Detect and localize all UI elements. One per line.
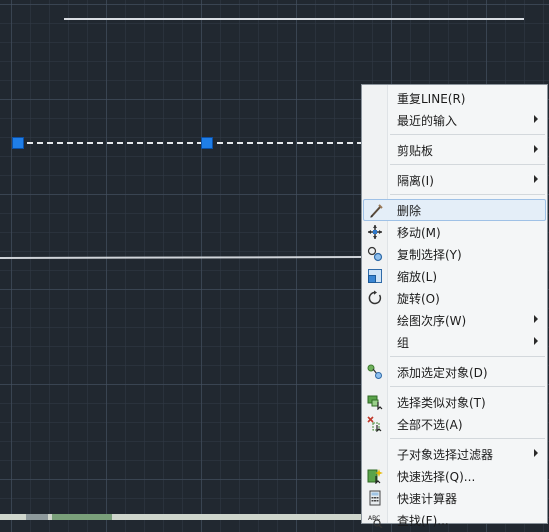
- menu-item-label: 缩放(L): [397, 270, 438, 284]
- menu-item-label: 查找(F)...: [397, 514, 449, 528]
- menu-item-move[interactable]: 移动(M): [363, 221, 546, 243]
- menu-separator: [390, 356, 545, 357]
- submenu-arrow-icon: [534, 337, 538, 345]
- menu-item-recent-input[interactable]: 最近的输入: [363, 109, 546, 131]
- menu-item-repeat-line[interactable]: 重复LINE(R): [363, 87, 546, 109]
- menu-separator: [390, 386, 545, 387]
- status-bar-segment: [52, 514, 112, 520]
- scale-icon: [367, 268, 383, 284]
- menu-item-label: 快速计算器: [397, 492, 458, 506]
- line-grip-midpoint[interactable]: [201, 137, 213, 149]
- menu-item-group[interactable]: 组: [363, 331, 546, 353]
- status-bar-segment: [26, 514, 48, 520]
- move-icon: [367, 224, 383, 240]
- line-entity[interactable]: [64, 18, 524, 20]
- menu-item-label: 隔离(I): [397, 174, 434, 188]
- context-menu: 重复LINE(R) 最近的输入 剪贴板 隔离(I) 删除 移动(M) 复制选择(…: [361, 84, 548, 529]
- calculator-icon: [367, 490, 383, 506]
- menu-item-find[interactable]: ABC 查找(F)...: [363, 509, 546, 531]
- menu-separator: [390, 438, 545, 439]
- menu-item-label: 绘图次序(W): [397, 314, 467, 328]
- menu-item-label: 重复LINE(R): [397, 92, 466, 106]
- submenu-arrow-icon: [534, 115, 538, 123]
- submenu-arrow-icon: [534, 449, 538, 457]
- menu-item-label: 剪贴板: [397, 144, 434, 158]
- menu-item-draw-order[interactable]: 绘图次序(W): [363, 309, 546, 331]
- menu-item-label: 复制选择(Y): [397, 248, 462, 262]
- menu-item-add-selected[interactable]: 添加选定对象(D): [363, 361, 546, 383]
- menu-item-scale[interactable]: 缩放(L): [363, 265, 546, 287]
- quick-select-icon: [367, 468, 383, 485]
- find-icon: ABC: [367, 512, 383, 529]
- submenu-arrow-icon: [534, 315, 538, 323]
- status-bar: [0, 514, 362, 520]
- menu-separator: [390, 134, 545, 135]
- menu-item-label: 移动(M): [397, 226, 441, 240]
- eraser-icon: [368, 203, 384, 219]
- menu-item-erase[interactable]: 删除: [363, 199, 546, 221]
- add-selected-icon: [367, 364, 383, 380]
- rotate-icon: [367, 290, 383, 306]
- menu-item-label: 快速选择(Q)...: [397, 470, 476, 484]
- menu-item-label: 最近的输入: [397, 114, 458, 128]
- menu-item-label: 旋转(O): [397, 292, 440, 306]
- menu-item-label: 添加选定对象(D): [397, 366, 488, 380]
- menu-item-label: 子对象选择过滤器: [397, 448, 494, 462]
- menu-item-deselect-all[interactable]: 全部不选(A): [363, 413, 546, 435]
- submenu-arrow-icon: [534, 175, 538, 183]
- line-entity[interactable]: [0, 256, 363, 259]
- line-grip-endpoint[interactable]: [12, 137, 24, 149]
- menu-item-label: 删除: [397, 204, 422, 218]
- menu-item-select-similar[interactable]: 选择类似对象(T): [363, 391, 546, 413]
- menu-item-rotate[interactable]: 旋转(O): [363, 287, 546, 309]
- menu-item-quick-calc[interactable]: 快速计算器: [363, 487, 546, 509]
- selected-line-entity[interactable]: [17, 142, 363, 144]
- deselect-all-icon: [367, 416, 383, 433]
- submenu-arrow-icon: [534, 145, 538, 153]
- menu-item-clipboard[interactable]: 剪贴板: [363, 139, 546, 161]
- menu-item-label: 全部不选(A): [397, 418, 463, 432]
- menu-item-label: 选择类似对象(T): [397, 396, 486, 410]
- menu-item-subobject-filter[interactable]: 子对象选择过滤器: [363, 443, 546, 465]
- menu-item-label: 组: [397, 336, 410, 350]
- menu-separator: [390, 194, 545, 195]
- menu-item-copy-selection[interactable]: 复制选择(Y): [363, 243, 546, 265]
- copy-icon: [367, 246, 383, 262]
- menu-separator: [390, 164, 545, 165]
- menu-item-isolate[interactable]: 隔离(I): [363, 169, 546, 191]
- select-similar-icon: [367, 394, 383, 411]
- menu-item-quick-select[interactable]: 快速选择(Q)...: [363, 465, 546, 487]
